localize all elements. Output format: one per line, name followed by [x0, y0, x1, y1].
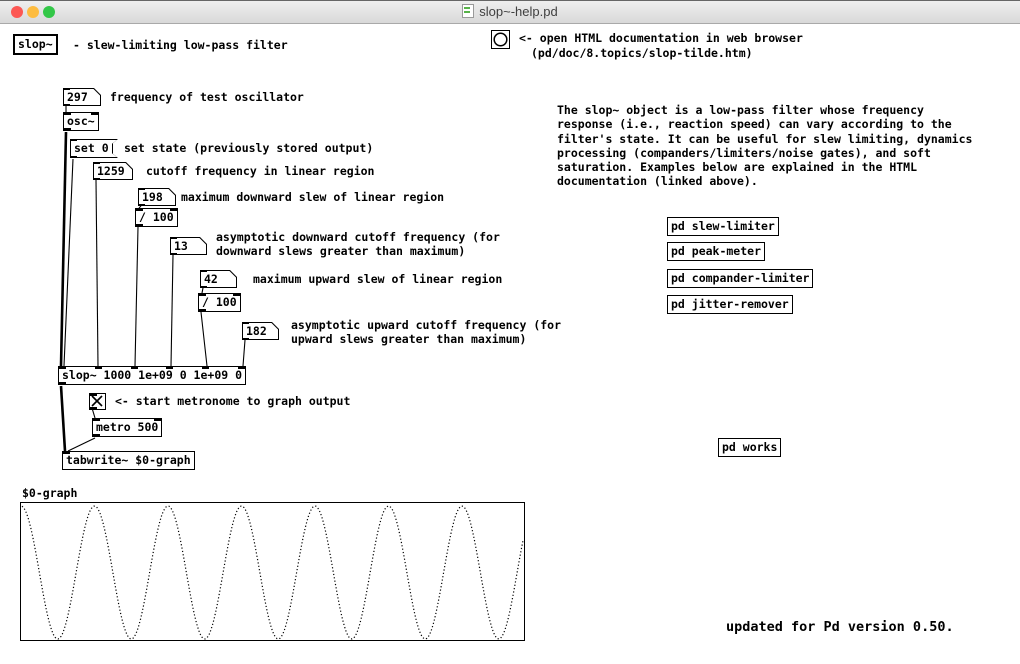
- comment-version: updated for Pd version 0.50.: [726, 620, 954, 634]
- inlet-nub: [131, 366, 138, 369]
- inlet-nub: [90, 393, 97, 396]
- object-div-100-up: / 100: [198, 293, 241, 312]
- inlet-nub: [200, 269, 207, 272]
- comment-set-state: set state (previously stored output): [124, 141, 373, 155]
- number-cutoff-frequency[interactable]: 1259: [93, 162, 133, 180]
- inlet-nub: [59, 366, 66, 369]
- pd-window: slop~-help.pd slop~ - slew-limiting low-p…: [0, 0, 1020, 664]
- inlet-nub: [70, 138, 77, 141]
- object-metro: metro 500: [92, 418, 162, 437]
- outlet-nub: [136, 224, 143, 227]
- cord-div-to-slop: [135, 227, 138, 366]
- inlet-nub: [170, 236, 177, 239]
- number-value: 198: [139, 189, 175, 205]
- comment-test-frequency: frequency of test oscillator: [110, 90, 304, 104]
- inlet-nub: [199, 293, 206, 296]
- comment-asymptotic-down: asymptotic downward cutoff frequency (fo…: [216, 230, 500, 259]
- bang-open-docs[interactable]: [491, 30, 510, 49]
- outlet-nub: [93, 178, 100, 181]
- inlet-nub: [136, 208, 143, 211]
- outlet-nub: [170, 253, 177, 256]
- outlet-nub: [70, 156, 77, 159]
- inlet-nub: [154, 418, 161, 421]
- inlet-nub: [166, 366, 173, 369]
- patch-canvas: slop~ - slew-limiting low-pass filter <- …: [0, 23, 1020, 664]
- outlet-nub: [93, 434, 100, 437]
- outlet-nub: [242, 338, 249, 341]
- inlet-nub: [93, 418, 100, 421]
- outlet-nub: [200, 286, 207, 289]
- number-value: 42: [201, 271, 236, 287]
- object-slop-main: slop~ 1000 1e+09 0 1e+09 0: [58, 366, 246, 385]
- inlet-nub: [95, 366, 102, 369]
- comment-description: The slop~ object is a low-pass filter wh…: [557, 103, 972, 189]
- object-div-100-down: / 100: [135, 208, 178, 227]
- comment-start-metronome: <- start metronome to graph output: [115, 394, 350, 408]
- cord-set0-to-slop: [64, 159, 73, 366]
- number-value: 1259: [94, 163, 132, 179]
- message-text: set 0: [71, 140, 117, 157]
- bang-circle-icon: [492, 31, 509, 48]
- sine-wave-plot: [21, 503, 526, 642]
- comment-docs-path: (pd/doc/8.topics/slop-tilde.htm): [531, 46, 753, 60]
- cord-slop-to-tabwrite: [61, 386, 65, 451]
- number-value: 13: [171, 238, 206, 254]
- cord-metro-to-tabwrite: [68, 438, 95, 451]
- inlet-nub: [93, 161, 100, 164]
- subpatch-peak-meter[interactable]: pd peak-meter: [667, 242, 765, 261]
- inlet-nub: [238, 366, 245, 369]
- outlet-nub: [199, 309, 206, 312]
- toggle-start-metronome[interactable]: [89, 393, 106, 410]
- object-slop-tilde-title: slop~: [13, 34, 58, 55]
- cord-osc-to-slop: [61, 132, 66, 366]
- comment-max-upward-slew: maximum upward slew of linear region: [253, 272, 502, 286]
- outlet-nub: [64, 128, 71, 131]
- comment-graph-label: $0-graph: [22, 486, 77, 500]
- outlet-nub: [59, 382, 66, 385]
- object-osc: osc~: [63, 112, 99, 131]
- comment-asymptotic-up: asymptotic upward cutoff frequency (for …: [291, 318, 561, 347]
- titlebar: slop~-help.pd: [0, 0, 1020, 24]
- subpatch-compander-limiter[interactable]: pd compander-limiter: [667, 269, 813, 288]
- graph-array-frame: [20, 502, 525, 641]
- inlet-nub: [63, 451, 70, 454]
- window-title-area: slop~-help.pd: [0, 4, 1020, 19]
- subpatch-jitter-remover[interactable]: pd jitter-remover: [667, 295, 793, 314]
- cord-div-to-slop-5: [201, 312, 207, 366]
- outlet-nub: [90, 407, 97, 410]
- comment-title: - slew-limiting low-pass filter: [73, 38, 288, 52]
- inlet-nub: [242, 321, 249, 324]
- inlet-nub: [202, 366, 209, 369]
- number-max-downward-slew[interactable]: 198: [138, 188, 176, 206]
- message-set-state[interactable]: set 0: [70, 139, 118, 158]
- subpatch-works[interactable]: pd works: [718, 438, 781, 457]
- inlet-nub: [63, 87, 70, 90]
- wave-path: [22, 506, 523, 639]
- cord-182-to-slop: [243, 340, 245, 366]
- number-test-frequency[interactable]: 297: [63, 88, 101, 106]
- inlet-nub: [64, 112, 71, 115]
- inlet-nub: [170, 208, 177, 211]
- cord-1259-to-slop: [96, 180, 98, 366]
- number-asymptotic-up[interactable]: 182: [242, 322, 279, 340]
- comment-cutoff-frequency: cutoff frequency in linear region: [146, 164, 374, 178]
- number-asymptotic-down[interactable]: 13: [170, 237, 207, 255]
- window-title: slop~-help.pd: [479, 4, 557, 19]
- inlet-nub: [233, 293, 240, 296]
- comment-max-downward-slew: maximum downward slew of linear region: [181, 190, 444, 204]
- outlet-nub: [138, 204, 145, 207]
- number-value: 182: [243, 323, 278, 339]
- object-tabwrite: tabwrite~ $0-graph: [62, 451, 195, 470]
- outlet-nub: [63, 104, 70, 107]
- number-value: 297: [64, 89, 100, 105]
- document-icon: [462, 4, 474, 18]
- inlet-nub: [138, 187, 145, 190]
- inlet-nub: [91, 112, 98, 115]
- cord-13-to-slop: [171, 255, 173, 366]
- comment-open-docs: <- open HTML documentation in web browse…: [519, 31, 803, 45]
- number-max-upward-slew[interactable]: 42: [200, 270, 237, 288]
- subpatch-slew-limiter[interactable]: pd slew-limiter: [667, 217, 779, 236]
